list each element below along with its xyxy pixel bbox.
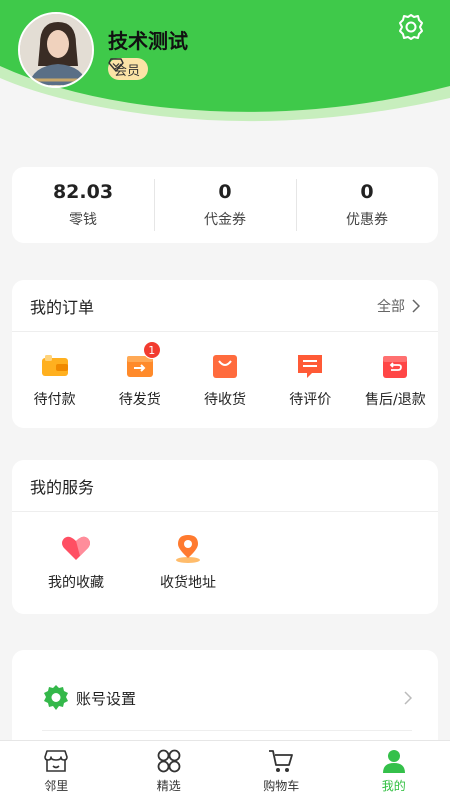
divider	[42, 730, 412, 731]
avatar[interactable]	[18, 12, 94, 88]
shopping-bag-icon	[210, 351, 240, 381]
order-pending-review[interactable]: 待评价	[268, 332, 353, 428]
order-pending-review-label: 待评价	[289, 392, 332, 408]
wallet-balance-label: 零钱	[69, 212, 97, 228]
order-pending-payment[interactable]: 待付款	[12, 332, 97, 428]
order-status-row: 待付款 1 待发货 待收货 待评价 售后/退款	[12, 332, 438, 428]
order-pending-receipt[interactable]: 待收货	[182, 332, 267, 428]
service-address-label: 收货地址	[160, 575, 216, 591]
wallet-vouchers-label: 代金券	[204, 212, 246, 228]
order-pending-payment-label: 待付款	[33, 392, 76, 408]
all-orders-label: 全部	[377, 298, 405, 315]
tab-mine[interactable]: 我的	[338, 741, 450, 800]
profile-header: 技术测试 会员	[0, 0, 450, 130]
service-favorites[interactable]: 我的收藏	[20, 532, 132, 592]
services-title: 我的服务	[30, 477, 95, 497]
pending-shipment-count-badge: 1	[142, 341, 161, 359]
wallet-coupons-value: 0	[360, 181, 374, 203]
return-icon	[380, 351, 410, 381]
wallet-balance[interactable]: 82.03 零钱	[12, 167, 154, 243]
services-card: 我的服务 我的收藏 收货地址	[12, 460, 438, 614]
wallet-icon	[40, 351, 70, 381]
cart-icon	[268, 748, 294, 774]
chevron-right-icon	[412, 298, 420, 313]
chevron-right-icon	[404, 691, 412, 705]
order-after-sales-label: 售后/退款	[365, 392, 426, 408]
settings-icon[interactable]	[396, 12, 426, 42]
order-pending-shipment-label: 待发货	[118, 392, 161, 408]
wallet-vouchers[interactable]: 0 代金券	[154, 167, 296, 243]
tab-featured-label: 精选	[156, 778, 181, 793]
account-settings-label: 账号设置	[76, 689, 137, 708]
services-row: 我的收藏 收货地址	[12, 512, 438, 612]
orders-header: 我的订单 全部	[12, 280, 438, 332]
diamond-icon	[108, 58, 124, 72]
comment-icon	[295, 351, 325, 381]
grid-icon	[156, 748, 182, 774]
wallet-balance-value: 82.03	[52, 181, 114, 203]
tab-featured[interactable]: 精选	[113, 741, 226, 800]
order-pending-shipment[interactable]: 1 待发货	[97, 332, 182, 428]
tab-neighborhood[interactable]: 邻里	[0, 741, 113, 800]
wallet-coupons-label: 优惠券	[346, 212, 388, 228]
order-after-sales[interactable]: 售后/退款	[353, 332, 438, 428]
order-pending-receipt-label: 待收货	[204, 392, 246, 408]
tab-neighborhood-label: 邻里	[44, 778, 69, 793]
bottom-tab-bar: 邻里 精选 购物车 我的	[0, 740, 450, 800]
account-settings-row[interactable]: 账号设置	[42, 680, 412, 716]
shipping-box-icon: 1	[125, 341, 161, 381]
username: 技术测试	[108, 29, 188, 53]
store-icon	[43, 748, 69, 774]
tab-mine-label: 我的	[381, 778, 406, 793]
service-address[interactable]: 收货地址	[132, 532, 244, 592]
wallet-card: 82.03 零钱 0 代金券 0 优惠券	[12, 167, 438, 243]
location-pin-icon	[172, 532, 204, 564]
services-header: 我的服务	[12, 460, 438, 512]
wallet-vouchers-value: 0	[218, 181, 232, 203]
member-badge[interactable]: 会员	[108, 58, 149, 80]
gear-icon	[44, 685, 68, 710]
tab-cart-label: 购物车	[263, 778, 300, 793]
orders-title: 我的订单	[30, 297, 95, 317]
wallet-coupons[interactable]: 0 优惠券	[296, 167, 438, 243]
all-orders-link[interactable]: 全部	[377, 296, 420, 316]
heart-icon	[60, 532, 92, 564]
tab-cart[interactable]: 购物车	[225, 741, 338, 800]
service-favorites-label: 我的收藏	[48, 575, 104, 591]
orders-card: 我的订单 全部 待付款 1 待发货 待收货 待评价 售后/退款	[12, 280, 438, 428]
user-icon	[381, 748, 407, 774]
